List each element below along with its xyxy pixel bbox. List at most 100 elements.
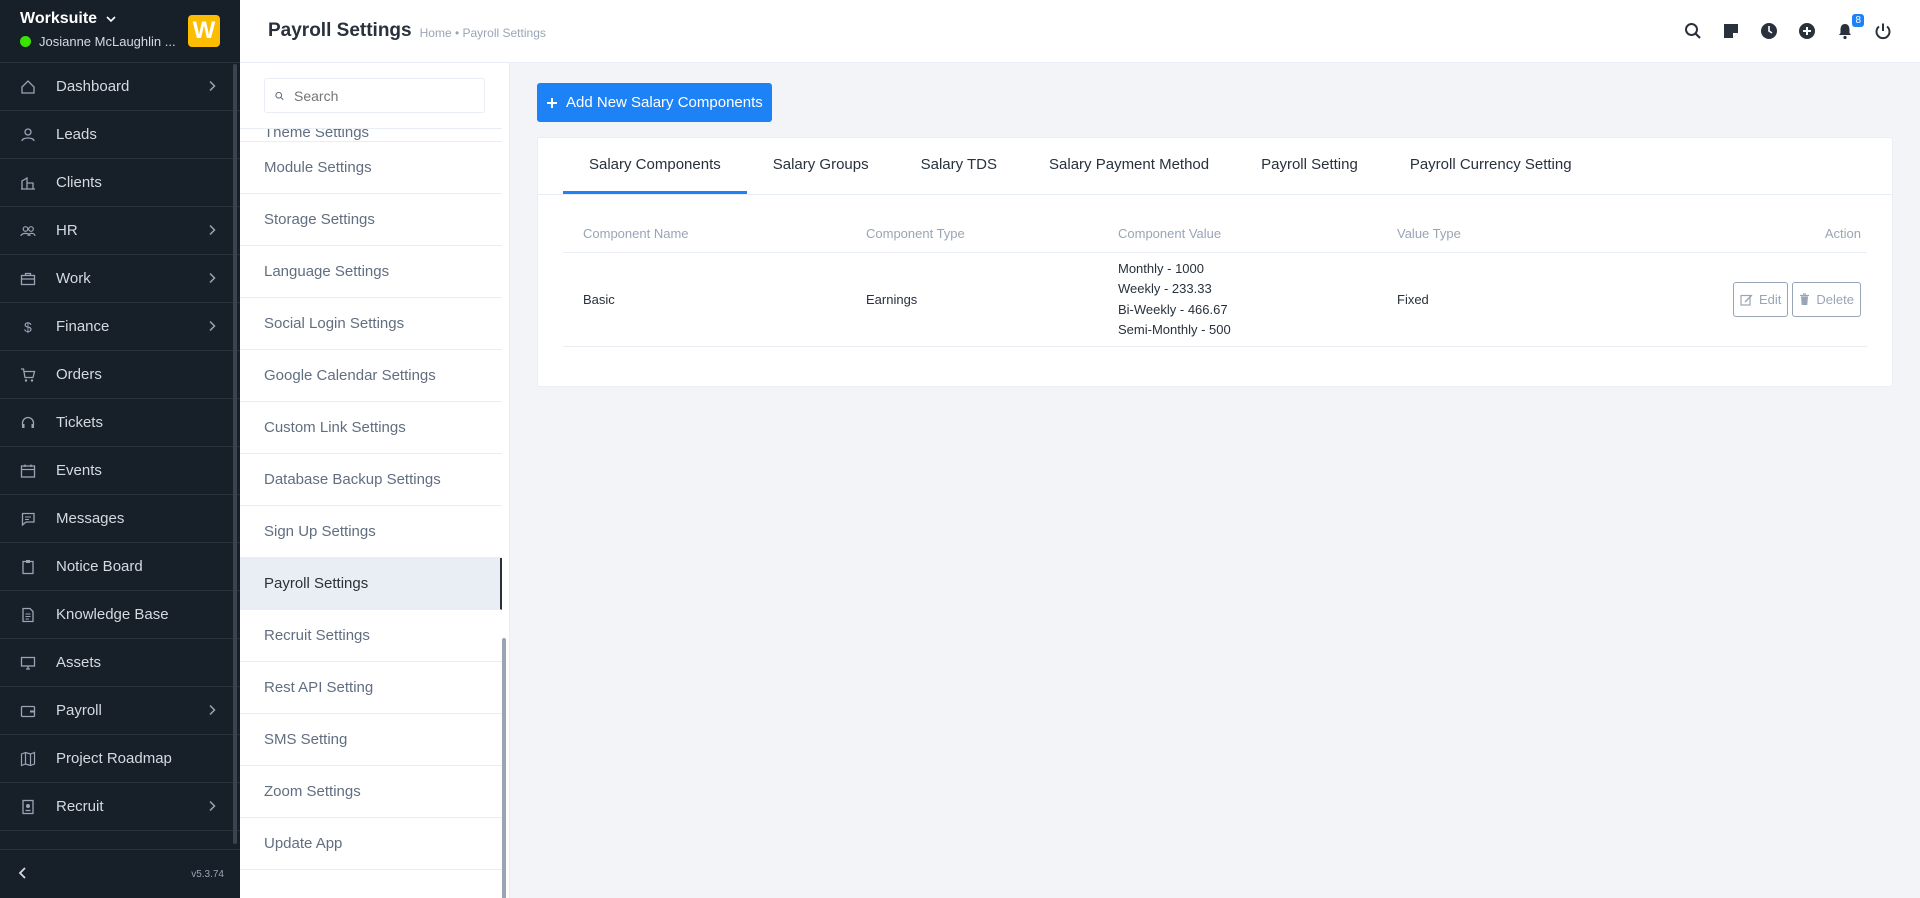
chevron-right-icon — [208, 799, 216, 816]
settings-item-label: Sign Up Settings — [264, 523, 376, 540]
settings-item-update-app[interactable]: Update App — [240, 818, 502, 870]
settings-item-label: Custom Link Settings — [264, 419, 406, 436]
sidebar-item-tickets[interactable]: Tickets — [0, 399, 240, 447]
document-icon — [20, 607, 36, 623]
notification-count-badge: 8 — [1852, 14, 1864, 27]
settings-item-database-backup-settings[interactable]: Database Backup Settings — [240, 454, 502, 506]
add-circle-icon[interactable] — [1798, 22, 1816, 40]
sidebar-item-hr[interactable]: HR — [0, 207, 240, 255]
settings-item-payroll-settings[interactable]: Payroll Settings — [240, 558, 502, 610]
settings-item-label: Payroll Settings — [264, 575, 369, 592]
plus-icon — [547, 97, 557, 108]
power-icon[interactable] — [1874, 22, 1892, 40]
sidebar-item-label: Finance — [56, 318, 110, 335]
home-icon — [20, 79, 36, 95]
sidebar-item-label: Leads — [56, 126, 97, 143]
wallet-icon — [20, 703, 36, 719]
sidebar-item-knowledge-base[interactable]: Knowledge Base — [0, 591, 240, 639]
chevron-right-icon — [208, 319, 216, 336]
sidebar-item-notice-board[interactable]: Notice Board — [0, 543, 240, 591]
column-header-component-name: Component Name — [583, 226, 689, 241]
sidebar-item-events[interactable]: Events — [0, 447, 240, 495]
component-type-cell: Earnings — [866, 292, 918, 307]
settings-item-label: Zoom Settings — [264, 783, 361, 800]
tab-salary-components[interactable]: Salary Components — [563, 138, 747, 194]
sidebar-scrollbar[interactable] — [233, 64, 237, 844]
settings-item-sms-setting[interactable]: SMS Setting — [240, 714, 502, 766]
tab-payroll-currency-setting[interactable]: Payroll Currency Setting — [1384, 138, 1598, 194]
sidebar-item-dashboard[interactable]: Dashboard — [0, 63, 240, 111]
component-value-monthly: Monthly - 1000 — [1118, 260, 1204, 276]
column-header-component-value: Component Value — [1118, 226, 1222, 241]
sidebar-item-label: Knowledge Base — [56, 606, 169, 623]
tab-payroll-setting[interactable]: Payroll Setting — [1235, 138, 1384, 194]
sticky-note-icon[interactable] — [1722, 22, 1740, 40]
sidebar-item-assets[interactable]: Assets — [0, 639, 240, 687]
building-icon — [20, 175, 36, 191]
settings-item-module-settings[interactable]: Module Settings — [240, 142, 502, 194]
top-header: Payroll Settings Home • Payroll Settings… — [240, 0, 1920, 63]
table-header: Component Name Component Type Component … — [563, 215, 1867, 253]
sidebar-item-clients[interactable]: Clients — [0, 159, 240, 207]
delete-label: Delete — [1816, 292, 1854, 307]
breadcrumb[interactable]: Home • Payroll Settings — [420, 26, 546, 40]
chevron-right-icon — [208, 703, 216, 720]
settings-item-social-login-settings[interactable]: Social Login Settings — [240, 298, 502, 350]
settings-item-label: Rest API Setting — [264, 679, 374, 696]
column-header-value-type: Value Type — [1397, 226, 1461, 241]
settings-menu-scrollbar[interactable] — [502, 638, 506, 898]
sidebar-item-payroll[interactable]: Payroll — [0, 687, 240, 735]
main-content: Add New Salary Components Salary Compone… — [537, 83, 1893, 387]
tab-salary-payment-method[interactable]: Salary Payment Method — [1023, 138, 1235, 194]
page-title: Payroll Settings — [268, 20, 412, 41]
sidebar-item-project-roadmap[interactable]: Project Roadmap — [0, 735, 240, 783]
settings-item-storage-settings[interactable]: Storage Settings — [240, 194, 502, 246]
clock-icon[interactable] — [1760, 22, 1778, 40]
sidebar-nav: Dashboard Leads Clients HR Work $ Finance Order… — [0, 63, 240, 831]
sidebar-item-label: Assets — [56, 654, 102, 671]
settings-item-language-settings[interactable]: Language Settings — [240, 246, 502, 298]
headset-icon — [20, 415, 36, 431]
settings-item-label: Storage Settings — [264, 211, 375, 228]
settings-item-rest-api-setting[interactable]: Rest API Setting — [240, 662, 502, 714]
user-icon — [20, 127, 36, 143]
sidebar-item-label: Orders — [56, 366, 102, 383]
add-salary-component-button[interactable]: Add New Salary Components — [537, 83, 772, 122]
sidebar-item-label: Recruit — [56, 798, 104, 815]
sidebar-item-label: Dashboard — [56, 78, 130, 95]
settings-item-label: SMS Setting — [264, 731, 348, 748]
sidebar-item-finance[interactable]: $ Finance — [0, 303, 240, 351]
sidebar-item-work[interactable]: Work — [0, 255, 240, 303]
settings-item-label: Database Backup Settings — [264, 471, 441, 488]
collapse-sidebar-icon[interactable] — [16, 866, 28, 883]
tab-salary-groups[interactable]: Salary Groups — [747, 138, 895, 194]
sidebar-item-orders[interactable]: Orders — [0, 351, 240, 399]
settings-search-box[interactable] — [264, 78, 485, 113]
settings-search-input[interactable] — [294, 87, 474, 104]
cart-icon — [20, 367, 36, 383]
settings-item-zoom-settings[interactable]: Zoom Settings — [240, 766, 502, 818]
settings-item-recruit-settings[interactable]: Recruit Settings — [240, 610, 502, 662]
add-salary-component-label: Add New Salary Components — [566, 94, 763, 111]
payroll-tabs: Salary Components Salary Groups Salary TDS… — [538, 138, 1892, 195]
chevron-right-icon — [208, 79, 216, 96]
delete-button[interactable]: Delete — [1792, 282, 1861, 317]
edit-button[interactable]: Edit — [1733, 282, 1789, 317]
tab-salary-tds[interactable]: Salary TDS — [895, 138, 1023, 194]
search-icon[interactable] — [1684, 22, 1702, 40]
notification-bell-icon[interactable]: 8 — [1836, 14, 1864, 40]
sidebar-item-recruit[interactable]: Recruit — [0, 783, 240, 831]
component-value-weekly: Weekly - 233.33 — [1118, 281, 1212, 296]
sidebar-item-messages[interactable]: Messages — [0, 495, 240, 543]
settings-item-sign-up-settings[interactable]: Sign Up Settings — [240, 506, 502, 558]
settings-item-google-calendar-settings[interactable]: Google Calendar Settings — [240, 350, 502, 402]
settings-item-custom-link-settings[interactable]: Custom Link Settings — [240, 402, 502, 454]
header-actions: 8 — [1684, 14, 1892, 40]
brand-header[interactable]: Worksuite Josianne McLaughlin ... W — [0, 0, 240, 63]
salary-components-card: Salary Components Salary Groups Salary TDS… — [537, 137, 1893, 387]
settings-item-theme-settings[interactable]: Theme Settings — [240, 129, 502, 142]
edit-icon — [1740, 294, 1753, 306]
component-value-semimonthly: Semi-Monthly - 500 — [1118, 322, 1231, 337]
sidebar-item-label: Events — [56, 462, 102, 479]
sidebar-item-leads[interactable]: Leads — [0, 111, 240, 159]
